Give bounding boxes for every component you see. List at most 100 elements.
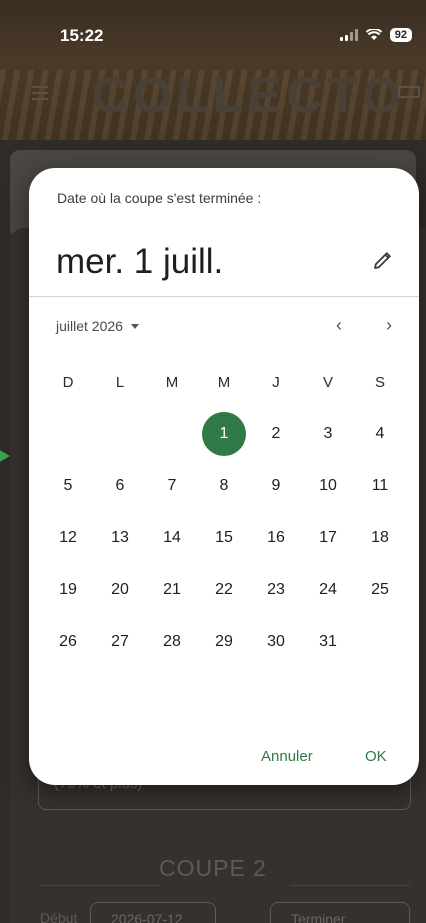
day-number: 6 (115, 477, 125, 494)
day-cell[interactable]: 21 (146, 564, 198, 616)
day-number: 19 (59, 581, 77, 598)
status-time: 15:22 (60, 26, 104, 45)
edit-icon[interactable] (371, 248, 395, 272)
calendar-week-row: 5 6 7 8 9 10 11 (42, 460, 406, 512)
chevron-right-icon[interactable]: › (377, 314, 401, 338)
chevron-left-icon[interactable]: ‹ (327, 314, 351, 338)
day-cell[interactable]: 6 (94, 460, 146, 512)
day-cell[interactable]: 10 (302, 460, 354, 512)
weekday-label: V (322, 373, 333, 391)
day-cell[interactable]: 9 (250, 460, 302, 512)
day-cell[interactable]: 2 (250, 408, 302, 460)
weekday-label: M (217, 373, 231, 391)
day-cell[interactable]: 14 (146, 512, 198, 564)
day-cell[interactable]: 25 (354, 564, 406, 616)
day-number: 30 (267, 633, 285, 650)
day-cell[interactable]: 13 (94, 512, 146, 564)
weekday-label: S (374, 373, 385, 391)
weekday-label: D (62, 373, 74, 391)
day-number: 12 (59, 529, 77, 546)
weekday-label: M (165, 373, 179, 391)
day-number: 9 (271, 477, 281, 494)
cancel-button[interactable]: Annuler (261, 748, 313, 765)
status-icons: 92 (339, 28, 412, 42)
weekday-label: J (272, 373, 280, 391)
day-number: 29 (215, 633, 233, 650)
ok-button[interactable]: OK (365, 748, 387, 765)
terminer-field: Terminer (270, 902, 410, 923)
day-cell[interactable]: 5 (42, 460, 94, 512)
day-cell[interactable]: 20 (94, 564, 146, 616)
day-cell[interactable]: 15 (198, 512, 250, 564)
empty-day-cell (94, 408, 146, 460)
day-number: 1 (202, 412, 246, 456)
day-cell[interactable]: 3 (302, 408, 354, 460)
day-cell[interactable]: 11 (354, 460, 406, 512)
day-cell[interactable]: 4 (354, 408, 406, 460)
dropdown-icon (130, 323, 139, 329)
day-number: 27 (111, 633, 129, 650)
day-cell[interactable]: 8 (198, 460, 250, 512)
day-cell[interactable]: 30 (250, 616, 302, 668)
day-number: 18 (371, 529, 389, 546)
signal-icon (339, 29, 358, 41)
weekday-header-row: DLMMJVS (42, 356, 406, 408)
day-cell[interactable]: 29 (198, 616, 250, 668)
dialog-divider (29, 296, 419, 297)
section-divider-left (40, 885, 160, 886)
day-number: 8 (219, 477, 229, 494)
calendar-week-row: 12 13 14 15 16 17 18 (42, 512, 406, 564)
day-number: 23 (267, 581, 285, 598)
day-cell[interactable]: 28 (146, 616, 198, 668)
weekday-label: L (115, 373, 125, 391)
day-number: 20 (111, 581, 129, 598)
selected-date-display: mer. 1 juill. (56, 242, 224, 281)
day-number: 21 (163, 581, 181, 598)
day-cell[interactable]: 17 (302, 512, 354, 564)
day-number: 24 (319, 581, 337, 598)
date-picker-dialog: Date où la coupe s'est terminée : mer. 1… (29, 168, 419, 785)
dialog-header-label: Date où la coupe s'est terminée : (57, 190, 262, 206)
calendar-grid: DLMMJVS 1 2 3 4 5 6 7 8 9 10 11 12 13 14 15 16 17 18 19 20 2… (42, 356, 406, 668)
calendar-week-row: 26 27 28 29 30 31 (42, 616, 406, 668)
calendar-week-row: 19 20 21 22 23 24 25 (42, 564, 406, 616)
day-cell[interactable]: 31 (302, 616, 354, 668)
section-divider-right (290, 885, 410, 886)
day-cell[interactable]: 22 (198, 564, 250, 616)
day-cell[interactable]: 19 (42, 564, 94, 616)
app-logo: COLLECTO (92, 67, 407, 123)
day-number: 25 (371, 581, 389, 598)
day-number: 31 (319, 633, 337, 650)
day-number: 16 (267, 529, 285, 546)
day-number: 10 (319, 477, 337, 494)
day-cell[interactable]: 24 (302, 564, 354, 616)
empty-day-cell (42, 408, 94, 460)
day-number: 11 (371, 477, 389, 494)
day-number: 13 (111, 529, 129, 546)
arrow-indicator-icon (0, 449, 10, 463)
day-cell[interactable]: 23 (250, 564, 302, 616)
day-number: 3 (323, 425, 333, 442)
day-number: 15 (215, 529, 233, 546)
day-cell[interactable]: 27 (94, 616, 146, 668)
day-cell[interactable]: 26 (42, 616, 94, 668)
day-number: 7 (167, 477, 177, 494)
empty-day-cell (354, 616, 406, 668)
menu-icon[interactable] (32, 86, 48, 104)
month-year-selector[interactable]: juillet 2026 (56, 318, 139, 334)
day-number: 2 (271, 425, 281, 442)
calendar-week-row: 1 2 3 4 (42, 408, 406, 460)
day-number: 5 (63, 477, 73, 494)
day-cell[interactable]: 12 (42, 512, 94, 564)
day-cell[interactable]: 18 (354, 512, 406, 564)
empty-day-cell (146, 408, 198, 460)
day-number: 22 (215, 581, 233, 598)
day-number: 28 (163, 633, 181, 650)
day-cell-selected[interactable]: 1 (198, 408, 250, 460)
debut-date-field: 2026-07-12 (90, 902, 216, 923)
day-number: 4 (375, 425, 385, 442)
day-cell[interactable]: 16 (250, 512, 302, 564)
month-year-label: juillet 2026 (56, 318, 123, 334)
keyboard-icon[interactable] (398, 86, 420, 98)
day-cell[interactable]: 7 (146, 460, 198, 512)
